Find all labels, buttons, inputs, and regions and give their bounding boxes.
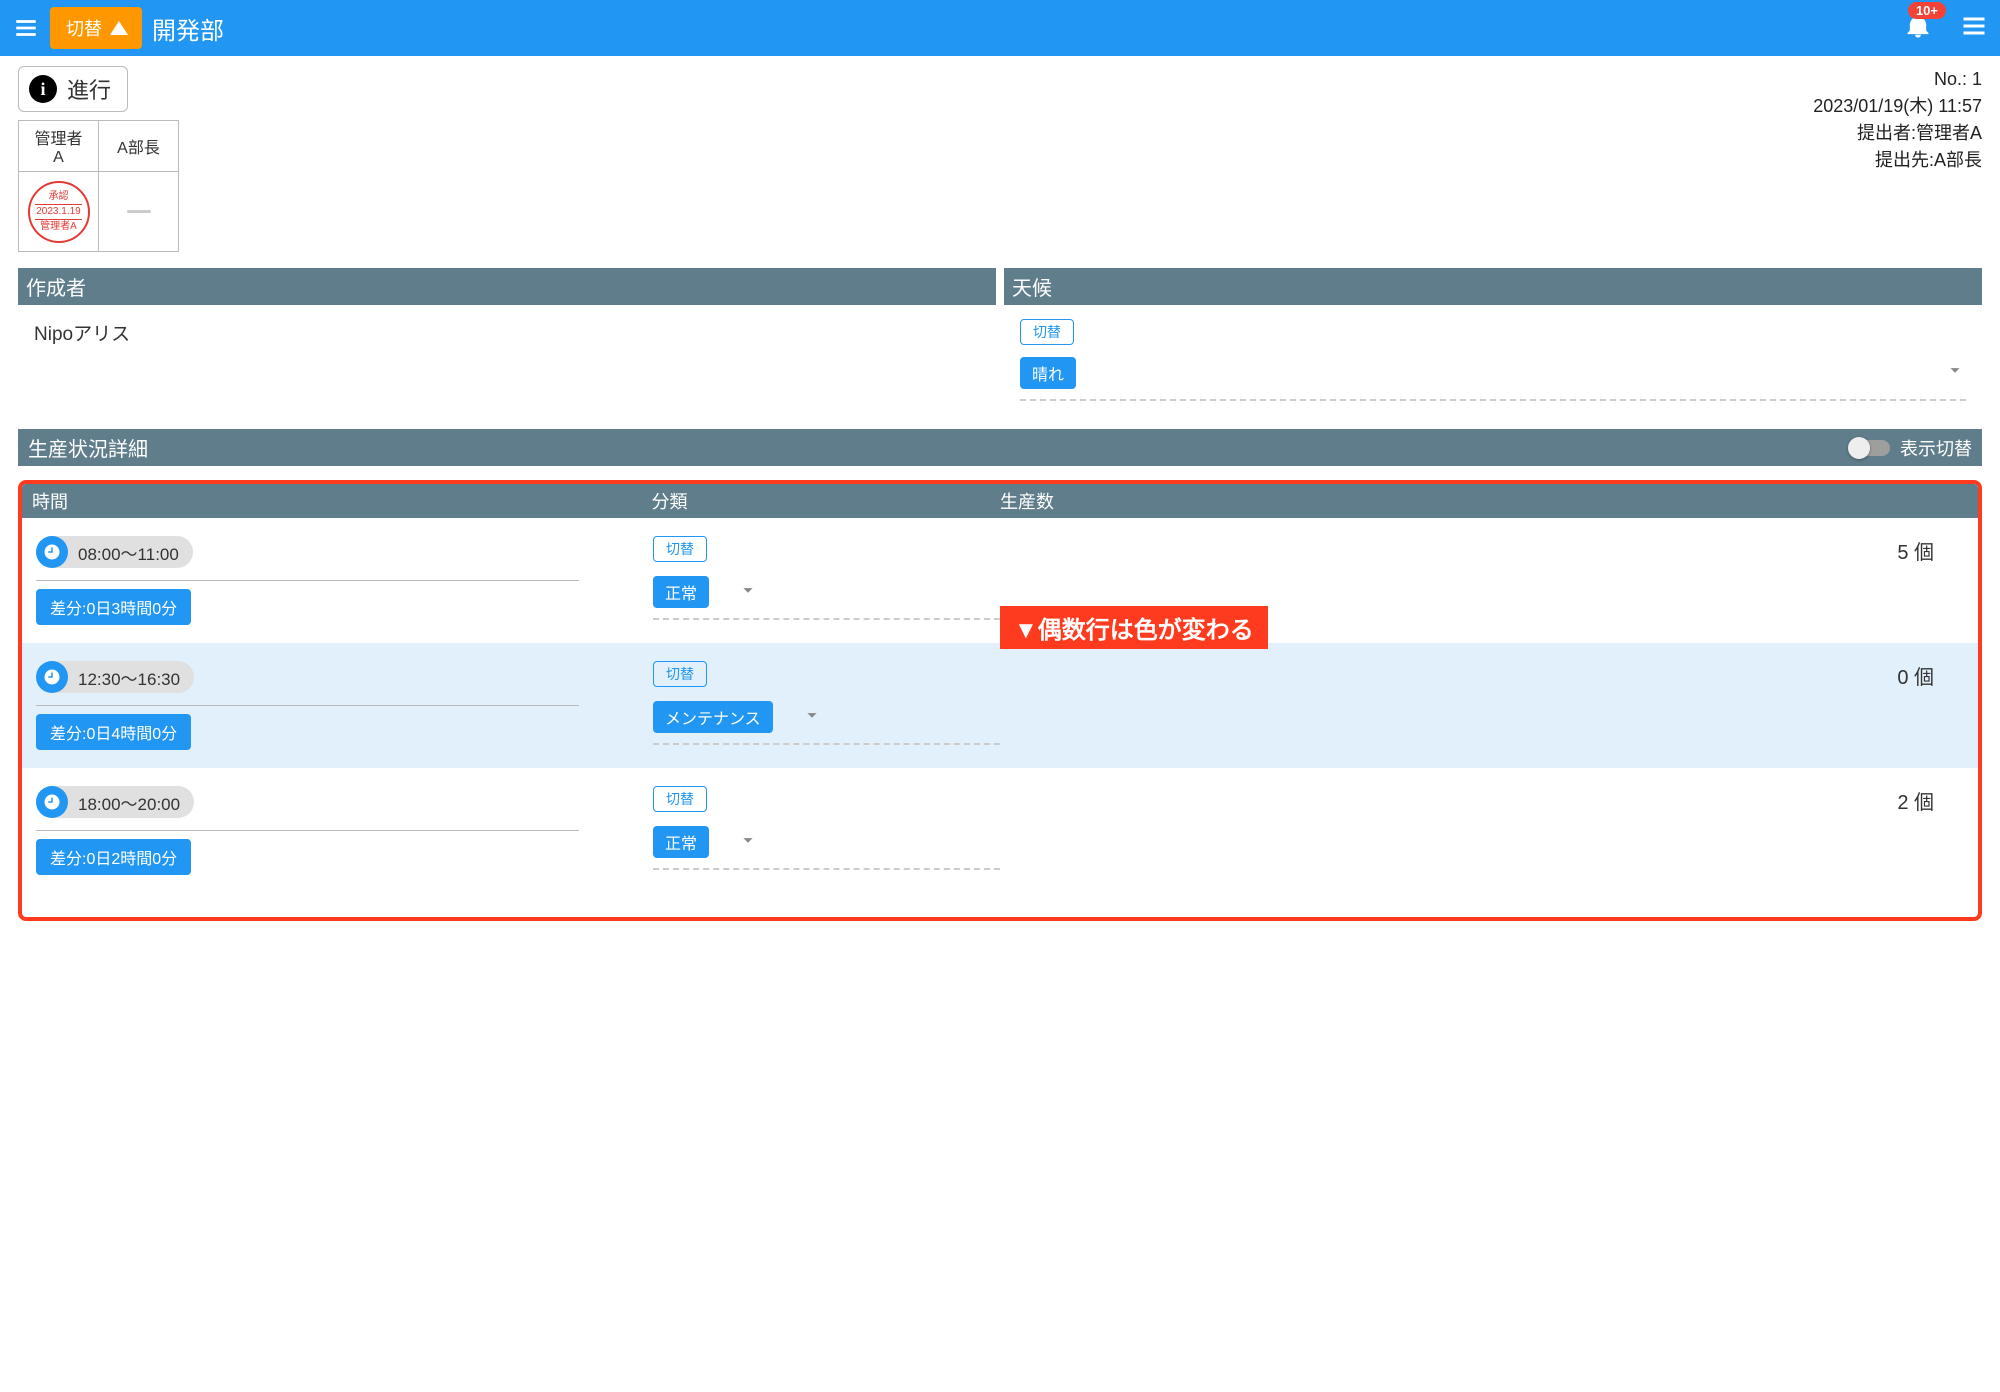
status-card[interactable]: i 進行 xyxy=(18,66,128,112)
chevron-down-icon[interactable] xyxy=(737,579,759,606)
chevron-down-icon[interactable] xyxy=(801,704,823,731)
time-pill[interactable]: 08:00〜11:00 xyxy=(36,536,193,568)
clock-icon xyxy=(36,786,68,818)
category-switch-button[interactable]: 切替 xyxy=(653,536,707,562)
weather-switch-button[interactable]: 切替 xyxy=(1020,319,1074,345)
weather-chip[interactable]: 晴れ xyxy=(1020,357,1076,389)
chevron-down-icon[interactable] xyxy=(737,829,759,856)
creator-value: Nipoアリス xyxy=(18,305,996,360)
report-no: 1 xyxy=(1972,69,1982,89)
approval-stamp: 承認 2023.1.19 管理者A xyxy=(28,181,90,243)
category-switch-button[interactable]: 切替 xyxy=(653,786,707,812)
category-switch-button[interactable]: 切替 xyxy=(653,661,707,687)
app-header: 切替 開発部 10+ xyxy=(0,0,2000,56)
qty-value: 0 個 xyxy=(1000,661,1964,690)
detail-section-header: 生産状況詳細 表示切替 xyxy=(18,429,1982,466)
table-row: 12:30〜16:30 差分:0日4時間0分 切替 メンテナンス 0 個 xyxy=(22,643,1978,768)
creator-section-header: 作成者 xyxy=(18,268,996,305)
top-meta-row: i 進行 管理者A A部長 承認 2023.1.19 管理者A xyxy=(18,66,1982,252)
report-datetime: 2023/01/19(木) 11:57 xyxy=(1813,93,1982,120)
empty-stamp-icon xyxy=(127,210,151,213)
clock-icon xyxy=(36,661,68,693)
category-chip[interactable]: 正常 xyxy=(653,826,709,858)
category-chip[interactable]: メンテナンス xyxy=(653,701,773,733)
col-qty-header: 生産数 xyxy=(1000,488,1968,514)
detail-table-highlight: 時間 分類 生産数 08:00〜11:00 差分:0日3時間0分 切替 正常 xyxy=(18,480,1982,921)
diff-chip: 差分:0日3時間0分 xyxy=(36,589,191,625)
notification-button[interactable]: 10+ xyxy=(1904,12,1932,45)
recipient: A部長 xyxy=(1934,150,1982,170)
status-label: 進行 xyxy=(67,73,111,105)
switch-group-button[interactable]: 切替 xyxy=(50,7,142,49)
diff-chip: 差分:0日4時間0分 xyxy=(36,714,191,750)
qty-value: 2 個 xyxy=(1000,786,1964,815)
approval-table: 管理者A A部長 承認 2023.1.19 管理者A xyxy=(18,120,179,252)
table-header-row: 時間 分類 生産数 xyxy=(22,484,1978,518)
table-row: 18:00〜20:00 差分:0日2時間0分 切替 正常 2 個 xyxy=(22,768,1978,893)
menu-icon[interactable] xyxy=(12,14,40,42)
diff-chip: 差分:0日2時間0分 xyxy=(36,839,191,875)
notification-badge: 10+ xyxy=(1908,2,1946,19)
approver-b-cell[interactable] xyxy=(99,172,179,252)
page-title: 開発部 xyxy=(152,11,224,46)
approver-a-cell[interactable]: 承認 2023.1.19 管理者A xyxy=(19,172,99,252)
display-toggle-label: 表示切替 xyxy=(1900,435,1972,461)
col-category-header: 分類 xyxy=(652,488,1000,514)
triangle-up-icon xyxy=(110,21,128,35)
col-time-header: 時間 xyxy=(32,488,652,514)
right-menu-icon[interactable] xyxy=(1960,12,1988,45)
qty-value: 5 個 xyxy=(1000,536,1964,565)
approver-b-header: A部長 xyxy=(99,121,179,172)
submitter: 管理者A xyxy=(1916,123,1982,143)
category-chip[interactable]: 正常 xyxy=(653,576,709,608)
annotation-label: ▼偶数行は色が変わる xyxy=(1000,606,1268,649)
clock-icon xyxy=(36,536,68,568)
approver-a-header: 管理者A xyxy=(19,121,99,172)
switch-group-label: 切替 xyxy=(66,15,102,41)
display-toggle[interactable] xyxy=(1850,440,1890,456)
time-pill[interactable]: 12:30〜16:30 xyxy=(36,661,194,693)
info-icon: i xyxy=(29,75,57,103)
weather-section-header: 天候 xyxy=(1004,268,1982,305)
report-meta: No.: 1 2023/01/19(木) 11:57 提出者:管理者A 提出先:… xyxy=(1813,66,1982,174)
time-pill[interactable]: 18:00〜20:00 xyxy=(36,786,194,818)
chevron-down-icon[interactable] xyxy=(1944,359,1966,387)
